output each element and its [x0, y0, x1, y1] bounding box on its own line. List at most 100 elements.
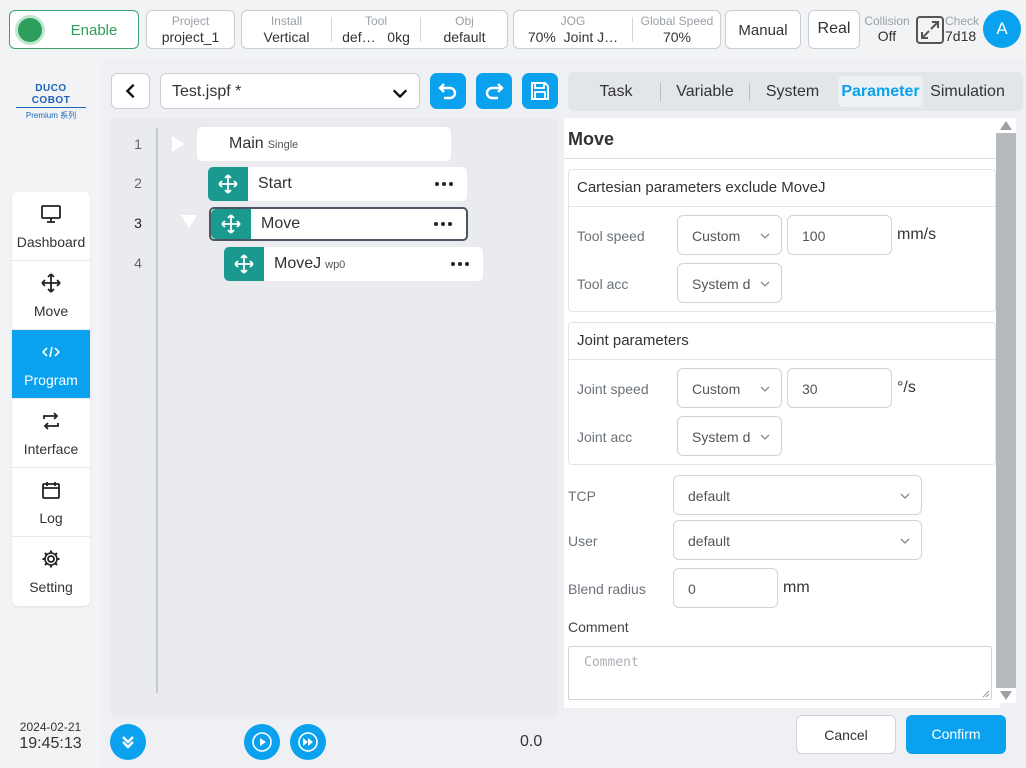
- tool-speed-mode-select[interactable]: Custom: [677, 215, 782, 255]
- tab-variable[interactable]: Variable: [665, 76, 745, 107]
- tab-task[interactable]: Task: [576, 76, 656, 107]
- more-options-icon[interactable]: [434, 222, 452, 226]
- confirm-button[interactable]: Confirm: [906, 715, 1006, 754]
- tab-simulation[interactable]: Simulation: [926, 76, 1009, 107]
- node-name: Start: [258, 175, 292, 192]
- collapse-toggle-icon[interactable]: [181, 215, 197, 228]
- tool-speed-input[interactable]: 100: [787, 215, 892, 255]
- joint-speed-input[interactable]: 30: [787, 368, 892, 408]
- chevron-down-icon: [900, 538, 910, 544]
- real-mode-button[interactable]: Real: [808, 10, 860, 49]
- global-speed-cell[interactable]: Global Speed 70%: [633, 11, 721, 48]
- collision-key: Collision: [864, 14, 910, 28]
- program-file-select[interactable]: Test.jspf *: [160, 73, 420, 109]
- check-key: Check: [945, 14, 980, 28]
- nav-item-setting[interactable]: Setting: [12, 537, 90, 606]
- input-value: 0: [688, 581, 696, 597]
- move-arrows-icon: [41, 273, 61, 293]
- install-tool-obj-group[interactable]: Install Vertical Tool def… 0kg Obj defau…: [241, 10, 508, 49]
- line-number: 3: [134, 215, 142, 231]
- manual-mode-button[interactable]: Manual: [725, 10, 801, 49]
- project-key: Project: [171, 14, 210, 28]
- nav-item-move[interactable]: Move: [12, 261, 90, 330]
- nav-item-dashboard[interactable]: Dashboard: [12, 192, 90, 261]
- scroll-down-arrow-icon[interactable]: [1000, 691, 1012, 700]
- nav-label: Move: [33, 303, 69, 319]
- joint-speed-mode-select[interactable]: Custom: [677, 368, 782, 408]
- tab-parameter[interactable]: Parameter: [838, 76, 923, 107]
- run-progress-value: 0.0: [520, 733, 543, 750]
- chevron-down-icon: [760, 281, 770, 287]
- select-value: default: [688, 488, 731, 504]
- user-label: User: [568, 533, 598, 549]
- redo-button[interactable]: [476, 73, 512, 109]
- obj-cell[interactable]: Obj default: [421, 11, 508, 48]
- project-selector[interactable]: Project project_1: [146, 10, 235, 49]
- nav-label: Log: [39, 510, 63, 526]
- nav-item-interface[interactable]: Interface: [12, 399, 90, 468]
- panel-scrollbar[interactable]: [996, 118, 1016, 703]
- check-status[interactable]: Check 7d18: [945, 14, 983, 44]
- nav-item-program[interactable]: Program: [12, 330, 90, 399]
- tool-acc-select[interactable]: System d: [677, 263, 782, 303]
- back-button[interactable]: [111, 73, 150, 109]
- select-value: Custom: [692, 381, 741, 397]
- nav-label: Setting: [29, 579, 73, 595]
- comment-textarea[interactable]: Comment: [568, 646, 992, 700]
- tree-node-move[interactable]: Move: [209, 207, 468, 241]
- chevron-down-icon: [392, 89, 408, 99]
- code-icon: [41, 346, 61, 358]
- save-button[interactable]: [522, 73, 558, 109]
- jog-key: JOG: [560, 14, 586, 28]
- jog-value-row: 70% Joint J…: [514, 29, 632, 45]
- tool-cell[interactable]: Tool def… 0kg: [332, 11, 420, 48]
- scroll-up-arrow-icon[interactable]: [1000, 121, 1012, 130]
- jog-percent: 70%: [527, 29, 556, 45]
- user-avatar[interactable]: A: [983, 10, 1021, 48]
- jog-cell[interactable]: JOG 70% Joint J…: [514, 11, 632, 48]
- more-options-icon[interactable]: [451, 262, 469, 266]
- tree-node-movej[interactable]: MoveJ wp0: [224, 247, 483, 281]
- expand-toggle-icon[interactable]: [172, 136, 185, 152]
- joint-speed-label: Joint speed: [577, 381, 649, 397]
- project-value: project_1: [161, 29, 220, 45]
- tool-value-row: def… 0kg: [332, 29, 420, 45]
- select-value: System d: [692, 276, 751, 292]
- cancel-button[interactable]: Cancel: [796, 715, 896, 754]
- node-name: Move: [261, 215, 301, 232]
- node-label: Main Single: [229, 135, 298, 153]
- expand-icon[interactable]: [916, 16, 944, 44]
- collision-status[interactable]: Collision Off: [864, 14, 910, 44]
- blend-radius-input[interactable]: 0: [673, 568, 778, 608]
- more-options-icon[interactable]: [435, 182, 453, 186]
- divider: [660, 83, 661, 101]
- brand-logo: DUCO COBOT Premium 系列: [16, 83, 86, 121]
- nav-item-log[interactable]: Log: [12, 468, 90, 537]
- fast-run-button[interactable]: [290, 724, 326, 760]
- install-cell[interactable]: Install Vertical: [242, 11, 331, 48]
- panel-tabs: Task Variable System Parameter Simulatio…: [568, 72, 1023, 111]
- drag-handle[interactable]: [208, 167, 248, 201]
- divider: [749, 83, 750, 101]
- user-select[interactable]: default: [673, 520, 922, 560]
- top-status-bar: Enable Project project_1 Install Vertica…: [0, 0, 1026, 60]
- scroll-thumb[interactable]: [996, 133, 1016, 688]
- joint-acc-select[interactable]: System d: [677, 416, 782, 456]
- line-number: 4: [134, 255, 142, 271]
- drag-handle[interactable]: [211, 209, 251, 239]
- tab-system[interactable]: System: [754, 76, 831, 107]
- run-button[interactable]: [244, 724, 280, 760]
- resize-grip-icon[interactable]: [982, 690, 990, 698]
- jog-speed-group[interactable]: JOG 70% Joint J… Global Speed 70%: [513, 10, 721, 49]
- enable-button[interactable]: Enable: [9, 10, 139, 49]
- step-into-button[interactable]: [110, 724, 146, 760]
- save-icon: [531, 82, 549, 100]
- drag-handle[interactable]: [224, 247, 264, 281]
- node-name: MoveJ: [274, 255, 322, 272]
- tcp-select[interactable]: default: [673, 475, 922, 515]
- select-value: default: [688, 533, 731, 549]
- undo-button[interactable]: [430, 73, 466, 109]
- tree-node-main[interactable]: Main Single: [197, 127, 451, 161]
- program-tree: 1 2 3 4 Main Single Start Move MoveJ wp0: [110, 118, 558, 717]
- tree-node-start[interactable]: Start: [208, 167, 467, 201]
